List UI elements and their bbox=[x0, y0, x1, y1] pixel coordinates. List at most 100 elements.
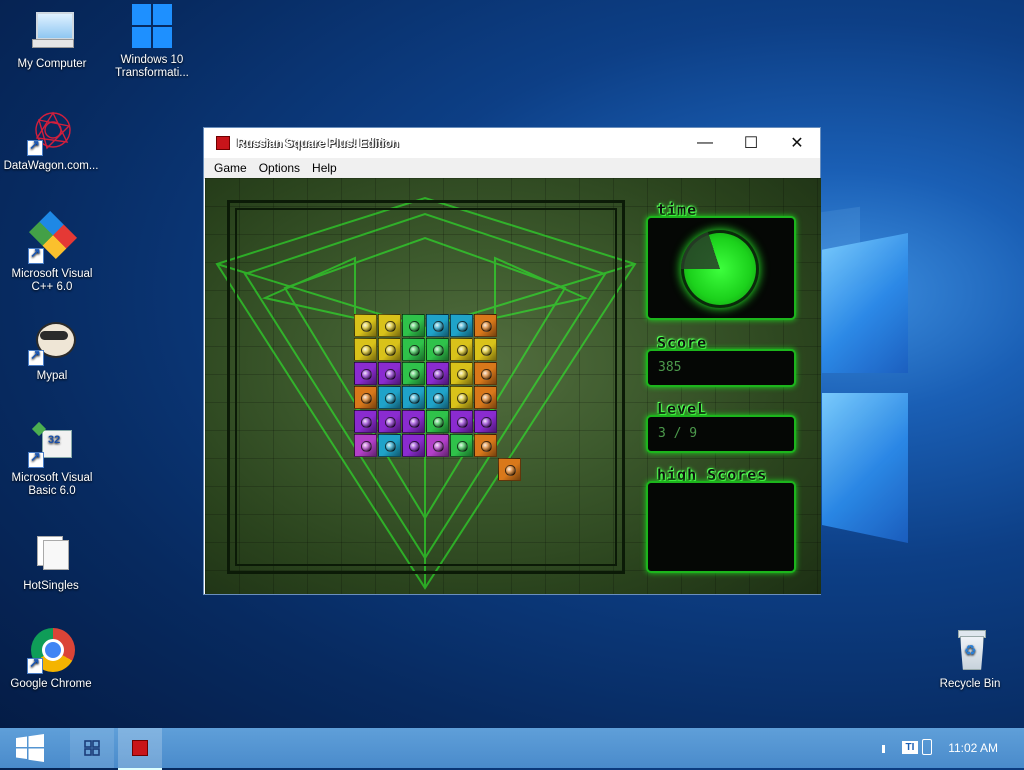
desktop-icon-label: Microsoft Visual C++ 6.0 bbox=[11, 268, 93, 293]
score-value: 385 bbox=[658, 360, 682, 375]
desktop-icon-mypal[interactable]: Mypal bbox=[2, 318, 102, 383]
visual-cpp-icon bbox=[28, 210, 78, 264]
gem-block-orange bbox=[498, 458, 521, 481]
document-icon bbox=[27, 528, 75, 576]
windows-logo-icon bbox=[128, 2, 176, 50]
desktop-icon-visual-basic[interactable]: 32 Microsoft Visual Basic 6.0 bbox=[2, 420, 102, 498]
desktop-icon-label: HotSingles bbox=[23, 580, 79, 592]
gem-block-yellow bbox=[354, 314, 377, 337]
gem-block-cyan bbox=[378, 386, 401, 409]
desktop-icon-label: DataWagon.com... bbox=[3, 160, 99, 172]
gem-block-magenta bbox=[354, 434, 377, 457]
time-panel bbox=[646, 216, 796, 320]
gem-block-yellow bbox=[474, 338, 497, 361]
menu-options[interactable]: Options bbox=[253, 161, 306, 175]
gem-block-purple bbox=[450, 410, 473, 433]
minimize-icon: — bbox=[697, 134, 713, 151]
title-bar[interactable]: Russian Square Plus! Edition — ☐ ✕ bbox=[204, 128, 820, 158]
desktop-icon-visual-cpp[interactable]: Microsoft Visual C++ 6.0 bbox=[2, 210, 102, 294]
gem-block-cyan bbox=[426, 314, 449, 337]
shortcut-arrow-icon bbox=[28, 348, 44, 366]
gem-block-green bbox=[450, 434, 473, 457]
desktop-icon-windows10-transformation[interactable]: Windows 10 Transformati... bbox=[102, 2, 202, 80]
gem-block-magenta bbox=[426, 434, 449, 457]
computer-icon bbox=[28, 6, 76, 54]
minimize-button[interactable]: — bbox=[682, 128, 728, 158]
desktop-icon-label: My Computer bbox=[17, 58, 87, 70]
level-value: 3 / 9 bbox=[658, 426, 698, 441]
gem-block-yellow bbox=[450, 362, 473, 385]
chrome-icon bbox=[27, 626, 75, 674]
gem-block-cyan bbox=[450, 314, 473, 337]
gem-block-purple bbox=[426, 362, 449, 385]
game-window: Russian Square Plus! Edition — ☐ ✕ Game … bbox=[203, 127, 821, 595]
gem-block-green bbox=[426, 338, 449, 361]
maximize-icon: ☐ bbox=[743, 135, 759, 152]
gem-block-purple bbox=[402, 434, 425, 457]
high-scores-panel bbox=[646, 481, 796, 573]
gem-block-yellow bbox=[378, 314, 401, 337]
gem-block-purple bbox=[474, 410, 497, 433]
menu-bar: Game Options Help bbox=[204, 158, 820, 179]
desktop-icon-hotsingles[interactable]: HotSingles bbox=[1, 528, 101, 593]
app-cube-icon bbox=[132, 740, 148, 756]
shortcut-arrow-icon bbox=[27, 656, 43, 674]
tray-ime-icon[interactable]: TI bbox=[902, 741, 918, 754]
gem-block-orange bbox=[474, 434, 497, 457]
start-button[interactable] bbox=[0, 728, 60, 768]
datawagon-icon bbox=[27, 108, 75, 156]
gem-block-yellow bbox=[450, 386, 473, 409]
gem-block-green bbox=[402, 362, 425, 385]
desktop-icon-label: Windows 10 Transformati... bbox=[115, 54, 189, 79]
taskbar-app-russian-square[interactable] bbox=[118, 728, 162, 770]
system-tray: TI bbox=[880, 739, 940, 757]
gem-block-green bbox=[426, 410, 449, 433]
gem-block-yellow bbox=[354, 338, 377, 361]
gem-block-orange bbox=[474, 362, 497, 385]
gem-block-green bbox=[402, 338, 425, 361]
timer-dial bbox=[681, 230, 759, 308]
shortcut-arrow-icon bbox=[28, 450, 44, 468]
taskbar-clock[interactable]: 11:02 AM bbox=[948, 741, 998, 755]
gem-block-cyan bbox=[378, 434, 401, 457]
menu-help[interactable]: Help bbox=[306, 161, 343, 175]
taskbar: TI 11:02 AM bbox=[0, 728, 1024, 770]
gem-block-purple bbox=[378, 362, 401, 385]
gem-block-cyan bbox=[426, 386, 449, 409]
gem-block-purple bbox=[354, 362, 377, 385]
desktop-icon-datawagon[interactable]: DataWagon.com... bbox=[1, 108, 101, 173]
gem-block-cyan bbox=[402, 386, 425, 409]
gem-block-yellow bbox=[450, 338, 473, 361]
desktop-icon-recycle-bin[interactable]: ♻ Recycle Bin bbox=[920, 626, 1020, 691]
desktop-icon-my-computer[interactable]: My Computer bbox=[2, 6, 102, 71]
desktop-icon-google-chrome[interactable]: Google Chrome bbox=[1, 626, 101, 691]
menu-game[interactable]: Game bbox=[208, 161, 253, 175]
task-view-button[interactable] bbox=[70, 728, 114, 768]
task-view-icon bbox=[84, 740, 100, 756]
tray-overflow-icon[interactable] bbox=[882, 745, 885, 753]
window-title: Russian Square Plus! Edition bbox=[237, 136, 399, 150]
gem-block-yellow bbox=[378, 338, 401, 361]
maximize-button[interactable]: ☐ bbox=[728, 128, 774, 158]
close-button[interactable]: ✕ bbox=[774, 128, 820, 158]
timer-elapsed-wedge bbox=[681, 230, 759, 308]
gem-block-orange bbox=[474, 386, 497, 409]
desktop-icon-label: Google Chrome bbox=[10, 678, 92, 690]
desktop-icon-label: Microsoft Visual Basic 6.0 bbox=[11, 472, 93, 497]
raccoon-icon bbox=[28, 318, 76, 366]
gem-block-orange bbox=[354, 386, 377, 409]
desktop-icon-label: Mypal bbox=[36, 370, 68, 382]
gem-block-purple bbox=[378, 410, 401, 433]
tray-usb-icon[interactable] bbox=[922, 739, 932, 755]
gem-block-orange bbox=[474, 314, 497, 337]
gem-block-purple bbox=[402, 410, 425, 433]
close-icon: ✕ bbox=[790, 135, 804, 152]
app-cube-icon bbox=[216, 136, 230, 150]
shortcut-arrow-icon bbox=[27, 138, 43, 156]
gem-block-green bbox=[402, 314, 425, 337]
recycle-bin-icon: ♻ bbox=[946, 626, 994, 674]
windows-logo-icon bbox=[16, 734, 44, 762]
game-area: time Score 385 LeveL 3 / 9 high Scores bbox=[205, 178, 821, 594]
score-panel: 385 bbox=[646, 349, 796, 387]
level-panel: 3 / 9 bbox=[646, 415, 796, 453]
